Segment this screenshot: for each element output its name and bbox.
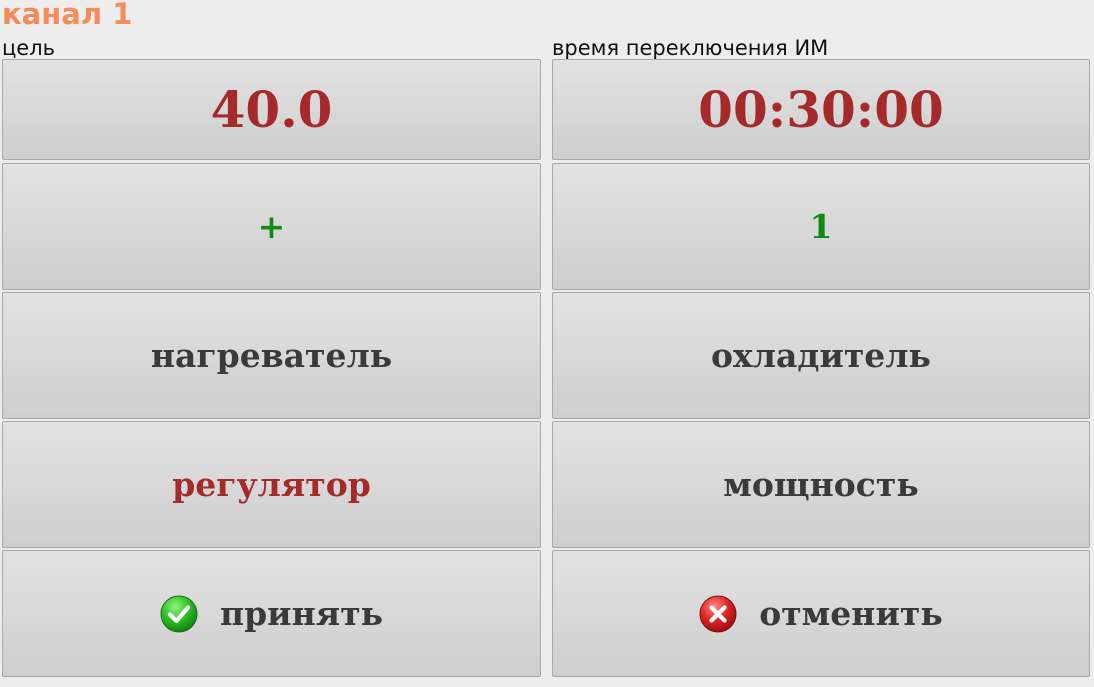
target-value-field[interactable]: 40.0 bbox=[2, 59, 541, 160]
target-label: цель bbox=[2, 36, 56, 60]
cancel-button[interactable]: отменить bbox=[552, 550, 1090, 677]
cancel-button-label: отменить bbox=[759, 594, 943, 633]
power-button-label: мощность bbox=[723, 465, 919, 504]
switch-time-label: время переключения ИМ bbox=[552, 36, 829, 60]
accept-button-label: принять bbox=[219, 594, 384, 633]
accept-button[interactable]: принять bbox=[2, 550, 541, 677]
count-button[interactable]: 1 bbox=[552, 163, 1090, 290]
power-button[interactable]: мощность bbox=[552, 421, 1090, 548]
heater-button[interactable]: нагреватель bbox=[2, 292, 541, 419]
switch-time-value-field[interactable]: 00:30:00 bbox=[552, 59, 1090, 160]
sign-value-text: + bbox=[257, 207, 286, 246]
regulator-button[interactable]: регулятор bbox=[2, 421, 541, 548]
switch-time-value-text: 00:30:00 bbox=[698, 80, 944, 139]
heater-button-label: нагреватель bbox=[150, 336, 393, 375]
target-value-text: 40.0 bbox=[210, 80, 333, 139]
sign-button[interactable]: + bbox=[2, 163, 541, 290]
cooler-button[interactable]: охладитель bbox=[552, 292, 1090, 419]
page-title: канал 1 bbox=[2, 0, 133, 31]
count-value-text: 1 bbox=[809, 207, 833, 246]
cooler-button-label: охладитель bbox=[711, 336, 931, 375]
x-circle-icon bbox=[699, 595, 737, 633]
check-circle-icon bbox=[160, 595, 198, 633]
regulator-button-label: регулятор bbox=[172, 465, 371, 504]
